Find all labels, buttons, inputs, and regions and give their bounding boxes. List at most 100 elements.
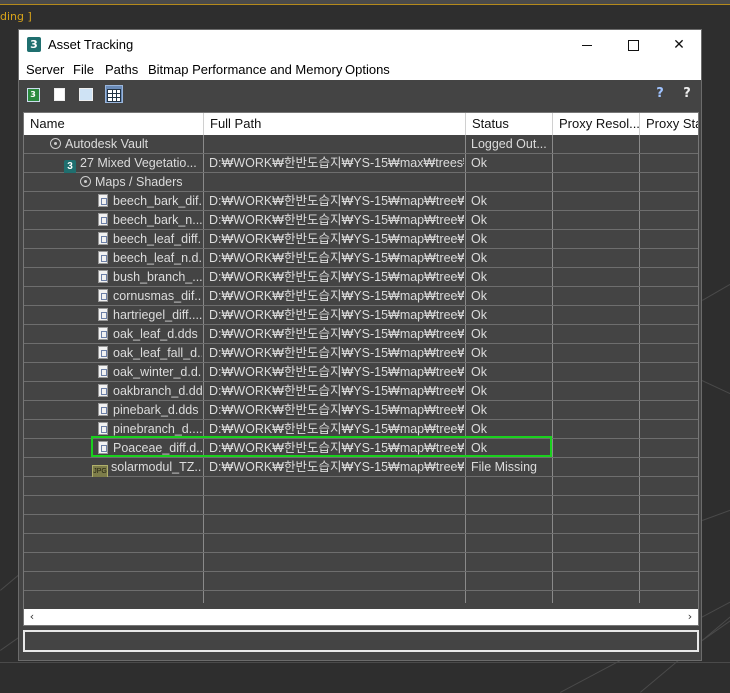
table-row[interactable]: beech_bark_dif... D:₩WORK₩한반도습지₩YS-15₩map… bbox=[24, 192, 698, 211]
help-button[interactable]: ? bbox=[651, 85, 669, 103]
menu-options[interactable]: Options bbox=[345, 62, 390, 77]
bitmap-file-icon bbox=[98, 346, 108, 359]
column-header-proxy-status[interactable]: Proxy Stat bbox=[640, 113, 698, 135]
list-view-button[interactable] bbox=[50, 85, 68, 103]
menu-paths[interactable]: Paths bbox=[105, 62, 138, 77]
cell-status: Ok bbox=[471, 251, 487, 265]
table-row[interactable]: oakbranch_d.dd... D:₩WORK₩한반도습지₩YS-15₩map… bbox=[24, 382, 698, 401]
close-icon: ✕ bbox=[673, 37, 685, 53]
table-row[interactable]: 3 27 Mixed Vegetatio... D:₩WORK₩한반도습지₩YS-1… bbox=[24, 154, 698, 173]
asset-tracking-dialog: 3 Asset Tracking ✕ Server File Paths Bit… bbox=[18, 29, 702, 661]
cell-status: Ok bbox=[471, 270, 487, 284]
list-view-icon bbox=[53, 88, 65, 101]
table-body: Autodesk Vault Logged Out... 3 27 Mixed Veg… bbox=[24, 135, 698, 610]
missing-file-highlight bbox=[91, 436, 552, 457]
table-row[interactable]: bush_branch_... D:₩WORK₩한반도습지₩YS-15₩map₩t… bbox=[24, 268, 698, 287]
asset-name: oakbranch_d.dd... bbox=[113, 384, 202, 398]
refresh-icon: 3 bbox=[26, 88, 40, 102]
asset-name: 27 Mixed Vegetatio... bbox=[80, 156, 197, 170]
asset-name: beech_bark_n.... bbox=[113, 213, 202, 227]
bitmap-file-icon bbox=[98, 289, 108, 302]
asset-name: Autodesk Vault bbox=[65, 137, 149, 151]
cell-full-path: D:₩WORK₩한반도습지₩YS-15₩map₩tree₩ bbox=[209, 194, 464, 208]
bitmap-file-icon bbox=[98, 403, 108, 416]
cell-name: oak_leaf_d.dds bbox=[98, 325, 202, 344]
cell-full-path: D:₩WORK₩한반도습지₩YS-15₩map₩tree₩ bbox=[209, 232, 464, 246]
cell-name: beech_bark_dif... bbox=[98, 192, 202, 211]
table-row[interactable]: oak_leaf_d.dds D:₩WORK₩한반도습지₩YS-15₩map₩tr… bbox=[24, 325, 698, 344]
table-view-button[interactable] bbox=[105, 85, 123, 103]
table-row[interactable]: beech_leaf_n.d... D:₩WORK₩한반도습지₩YS-15₩map… bbox=[24, 249, 698, 268]
table-row[interactable]: Autodesk Vault Logged Out... bbox=[24, 135, 698, 154]
asset-name: cornusmas_dif... bbox=[113, 289, 202, 303]
table-row[interactable]: beech_bark_n.... D:₩WORK₩한반도습지₩YS-15₩map₩… bbox=[24, 211, 698, 230]
cell-full-path bbox=[209, 135, 464, 154]
tree-view-button[interactable] bbox=[77, 85, 95, 103]
asset-name: beech_bark_dif... bbox=[113, 194, 202, 208]
menu-file[interactable]: File bbox=[73, 62, 94, 77]
table-row[interactable]: cornusmas_dif... D:₩WORK₩한반도습지₩YS-15₩map₩… bbox=[24, 287, 698, 306]
cell-full-path: D:₩WORK₩한반도습지₩YS-15₩map₩tree₩ bbox=[209, 270, 464, 284]
horizontal-scrollbar[interactable]: ‹ › bbox=[24, 609, 698, 625]
cell-status: Ok bbox=[471, 156, 487, 170]
cell-status: File Missing bbox=[471, 460, 537, 474]
scroll-left-arrow-icon[interactable]: ‹ bbox=[24, 609, 40, 625]
cell-name: beech_leaf_n.d... bbox=[98, 249, 202, 268]
column-header-status[interactable]: Status bbox=[466, 113, 553, 135]
minimize-button[interactable] bbox=[564, 30, 610, 60]
bitmap-file-icon bbox=[98, 365, 108, 378]
close-button[interactable]: ✕ bbox=[656, 30, 702, 60]
cell-name: Maps / Shaders bbox=[80, 173, 202, 192]
table-row[interactable]: hartriegel_diff.... D:₩WORK₩한반도습지₩YS-15₩m… bbox=[24, 306, 698, 325]
asset-name: beech_leaf_diff... bbox=[113, 232, 202, 246]
title-bar[interactable]: 3 Asset Tracking ✕ bbox=[19, 30, 701, 60]
cell-name: Autodesk Vault bbox=[50, 135, 202, 154]
column-header-name[interactable]: Name bbox=[24, 113, 204, 135]
asset-name: oak_leaf_fall_d.... bbox=[113, 346, 202, 360]
tree-view-icon bbox=[79, 88, 93, 101]
table-row[interactable]: Maps / Shaders bbox=[24, 173, 698, 192]
empty-row bbox=[24, 591, 698, 610]
cell-status: Ok bbox=[471, 308, 487, 322]
asset-name: solarmodul_TZ... bbox=[111, 460, 202, 474]
column-header-proxy-resolution[interactable]: Proxy Resol... bbox=[553, 113, 640, 135]
cell-status: Ok bbox=[471, 327, 487, 341]
bitmap-file-icon bbox=[98, 327, 108, 340]
asset-name: hartriegel_diff.... bbox=[113, 308, 202, 322]
maximize-button[interactable] bbox=[610, 30, 656, 60]
3dsmax-app-icon: 3 bbox=[27, 37, 41, 52]
bitmap-file-icon bbox=[98, 384, 108, 397]
column-header-full-path[interactable]: Full Path bbox=[204, 113, 466, 135]
table-row[interactable]: oak_winter_d.d... D:₩WORK₩한반도습지₩YS-15₩map… bbox=[24, 363, 698, 382]
cell-name: bush_branch_... bbox=[98, 268, 202, 287]
asset-name: bush_branch_... bbox=[113, 270, 202, 284]
viewport-label: ding ] bbox=[0, 10, 32, 23]
cell-full-path bbox=[209, 173, 464, 192]
minimize-icon bbox=[582, 44, 592, 46]
menu-server[interactable]: Server bbox=[26, 62, 64, 77]
highlight-help-button[interactable]: ? bbox=[678, 85, 696, 103]
refresh-button[interactable]: 3 bbox=[24, 85, 42, 103]
cell-status: Ok bbox=[471, 403, 487, 417]
toolbar: 3 ? ? bbox=[19, 80, 701, 108]
cell-name: oakbranch_d.dd... bbox=[98, 382, 202, 401]
cell-status bbox=[471, 173, 551, 192]
menu-bitmap-performance[interactable]: Bitmap Performance and Memory bbox=[148, 62, 342, 77]
status-bar bbox=[23, 630, 699, 652]
cell-name: oak_winter_d.d... bbox=[98, 363, 202, 382]
asset-name: pinebark_d.dds bbox=[113, 403, 199, 417]
cell-name: JPG solarmodul_TZ... bbox=[92, 458, 202, 477]
table-row[interactable]: pinebark_d.dds D:₩WORK₩한반도습지₩YS-15₩map₩tr… bbox=[24, 401, 698, 420]
table-row[interactable]: oak_leaf_fall_d.... D:₩WORK₩한반도습지₩YS-15₩m… bbox=[24, 344, 698, 363]
cell-status: Ok bbox=[471, 232, 487, 246]
asset-name: beech_leaf_n.d... bbox=[113, 251, 202, 265]
cell-full-path: D:₩WORK₩한반도습지₩YS-15₩map₩tree₩ bbox=[209, 384, 464, 398]
menu-bar: Server File Paths Bitmap Performance and… bbox=[19, 60, 701, 80]
scroll-right-arrow-icon[interactable]: › bbox=[682, 609, 698, 625]
table-row[interactable]: beech_leaf_diff... D:₩WORK₩한반도습지₩YS-15₩ma… bbox=[24, 230, 698, 249]
table-row[interactable]: JPG solarmodul_TZ... D:₩WORK₩한반도습지₩YS-15₩m… bbox=[24, 458, 698, 477]
bitmap-file-icon bbox=[98, 308, 108, 321]
bitmap-file-icon bbox=[98, 270, 108, 283]
max-file-icon: 3 bbox=[64, 160, 76, 173]
maximize-icon bbox=[627, 39, 639, 51]
